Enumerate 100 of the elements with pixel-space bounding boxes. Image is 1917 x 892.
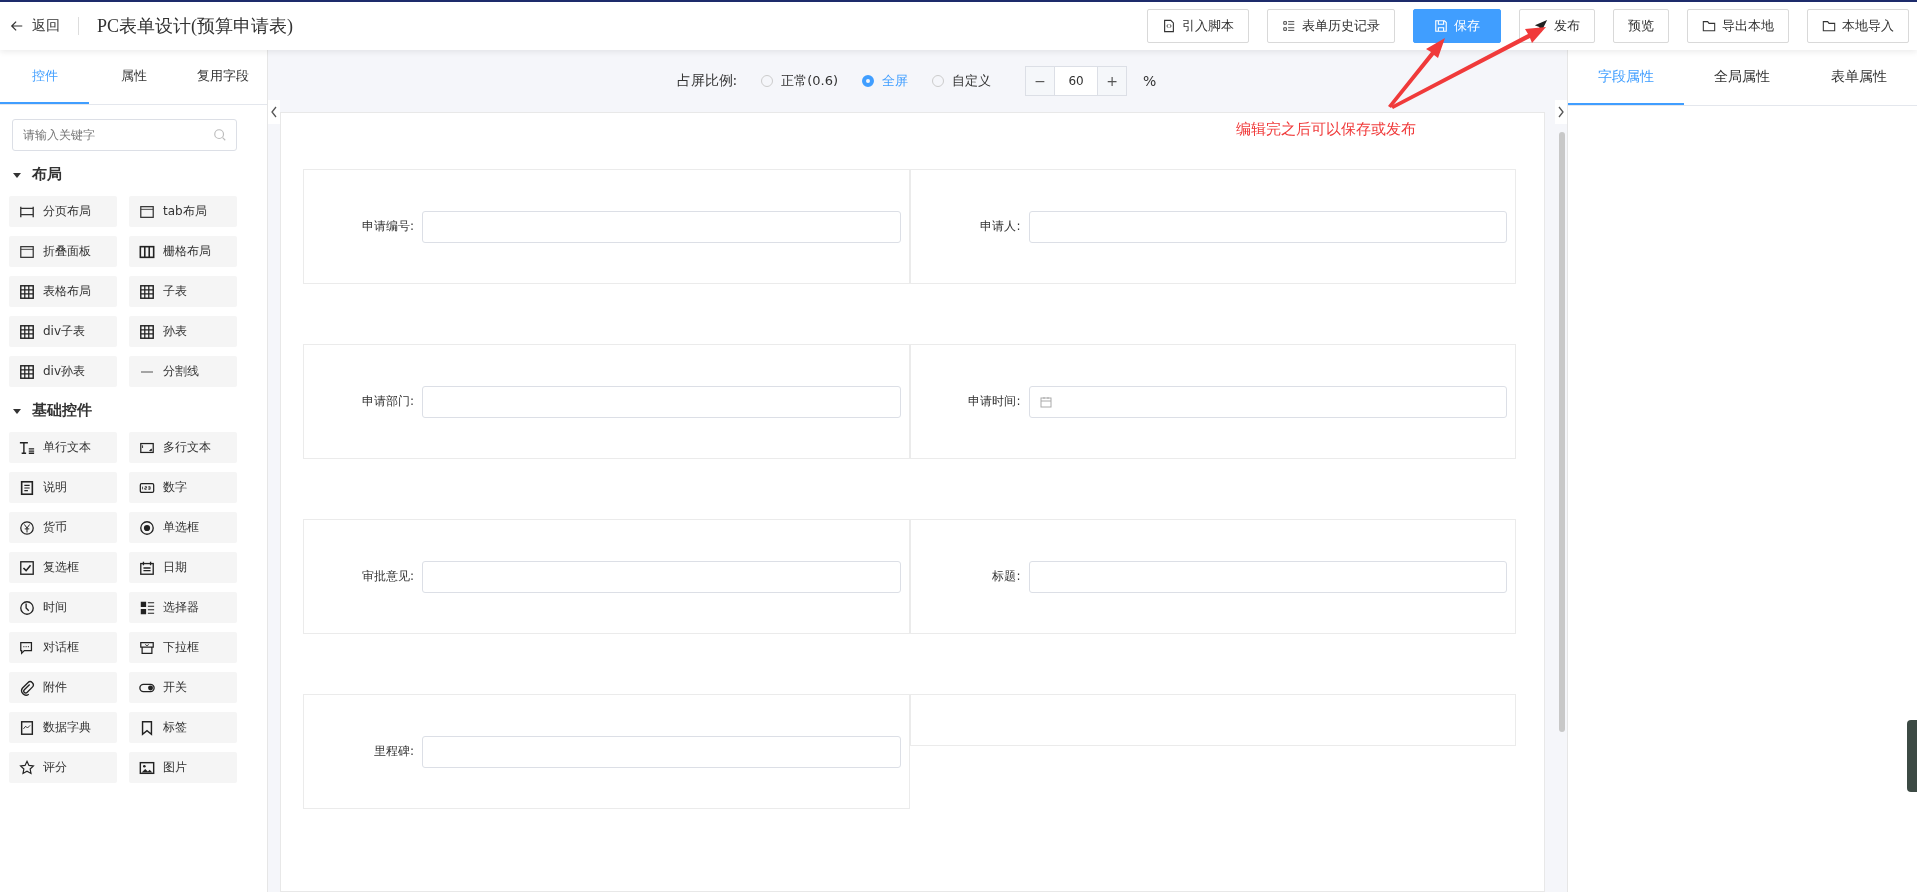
palette-item[interactable]: 附件 [9,672,117,703]
palette-item[interactable]: div子表 [9,316,117,347]
palette-item[interactable]: 开关 [129,672,237,703]
palette-item[interactable]: 对话框 [9,632,117,663]
chevron-left-icon[interactable] [268,100,280,124]
paperclip-icon [19,679,35,696]
image-icon [139,759,155,776]
group-title: 布局 [32,165,62,184]
line-icon [141,370,153,373]
search-icon [213,128,227,142]
toolbar-button[interactable]: 本地导入 [1807,9,1909,43]
palette-item[interactable]: tab布局 [129,196,237,227]
palette-item[interactable]: 数据字典 [9,712,117,743]
list-icon [139,599,155,616]
palette-item[interactable]: 下拉框 [129,632,237,663]
panel-tab[interactable]: 表单属性 [1800,50,1917,105]
panel-tab[interactable]: 属性 [89,50,178,104]
window-icon [19,243,35,260]
input-field[interactable] [422,210,901,243]
field-label: 标题: [991,568,1022,585]
field-label: 申请人: [979,218,1022,235]
palette-item[interactable]: 孙表 [129,316,237,347]
clock-icon [19,599,35,616]
palette-item[interactable]: 多行文本 [129,432,237,463]
palette-item[interactable]: 栅格布局 [129,236,237,267]
radio-icon [139,519,155,536]
folder-icon [1702,19,1716,33]
annotation-text: 编辑完之后可以保存或发布 [1236,120,1416,139]
field-label: 审批意见: [360,568,415,585]
toolbar-button[interactable]: 发布 [1519,9,1595,43]
panel-tab[interactable]: 全局属性 [1684,50,1801,105]
decrement-button[interactable]: − [1026,67,1055,95]
palette-item[interactable]: div孙表 [9,356,117,387]
palette-item[interactable]: 折叠面板 [9,236,117,267]
table-icon [19,283,35,300]
input-field[interactable] [422,735,901,768]
palette-item[interactable]: 时间 [9,592,117,623]
field-label: 申请编号: [360,218,415,235]
radio-option[interactable]: 自定义 [932,72,992,90]
ratio-label: 占屏比例: [676,72,738,90]
chat-icon [19,639,35,656]
window-icon [139,203,155,220]
calendar-icon [139,559,155,576]
palette-item[interactable]: 货币 [9,512,117,543]
increment-button[interactable]: + [1098,67,1127,95]
palette-item[interactable]: 单行文本 [9,432,117,463]
group-title: 基础控件 [32,401,92,420]
checkbox-icon [19,559,35,576]
input-field[interactable] [1028,560,1507,593]
chart-icon [19,719,35,736]
palette-item[interactable]: 评分 [9,752,117,783]
toolbar-button[interactable]: 引入脚本 [1147,9,1249,43]
input-field[interactable] [1028,210,1507,243]
calendar-icon [1039,395,1052,408]
percent-sign: % [1143,73,1157,89]
panel-tab[interactable]: 复用字段 [178,50,267,104]
palette-item[interactable]: 图片 [129,752,237,783]
palette-item[interactable]: 单选框 [129,512,237,543]
yen-coin-icon [19,519,35,536]
palette-item[interactable]: 选择器 [129,592,237,623]
back-button[interactable]: 返回 [10,17,60,35]
radio-option[interactable]: 正常(0.6) [761,72,839,90]
side-handle[interactable] [1907,720,1917,792]
text-icon [19,439,35,456]
palette-item[interactable]: 表格布局 [9,276,117,307]
arrow-left-icon [10,19,24,33]
palette-item[interactable]: 分割线 [129,356,237,387]
palette-item[interactable]: 日期 [129,552,237,583]
table-icon [19,363,35,380]
palette-item[interactable]: 子表 [129,276,237,307]
input-field[interactable] [422,385,901,418]
star-icon [19,759,35,776]
document-icon [1162,19,1176,33]
columns-icon [139,243,155,260]
scrollbar[interactable] [1559,132,1565,732]
toolbar-button[interactable]: 导出本地 [1687,9,1789,43]
table-icon [139,283,155,300]
palette-item[interactable]: 数字 [129,472,237,503]
date-field[interactable] [1028,385,1507,418]
input-field[interactable] [422,560,901,593]
palette-item[interactable]: 分页布局 [9,196,117,227]
save-icon [1434,19,1448,33]
document-icon [19,479,35,496]
search-field[interactable]: 请输入关键字 [12,119,237,151]
list-icon [1282,19,1296,33]
palette-item[interactable]: 标签 [129,712,237,743]
field-label: 里程碑: [372,743,415,760]
chevron-right-icon[interactable] [1555,100,1567,124]
palette-item[interactable]: 说明 [9,472,117,503]
palette-item[interactable]: 复选框 [9,552,117,583]
toolbar-button[interactable]: 预览 [1613,9,1669,43]
field-label: 申请部门: [360,393,415,410]
folder-icon [1822,19,1836,33]
toolbar-button[interactable]: 表单历史记录 [1267,9,1395,43]
table-icon [19,323,35,340]
dropdown-icon [139,639,155,656]
table-icon [139,323,155,340]
bookmark-icon [139,719,155,736]
field-label: 申请时间: [967,393,1022,410]
page-title: PC表单设计(预算申请表) [97,15,293,38]
